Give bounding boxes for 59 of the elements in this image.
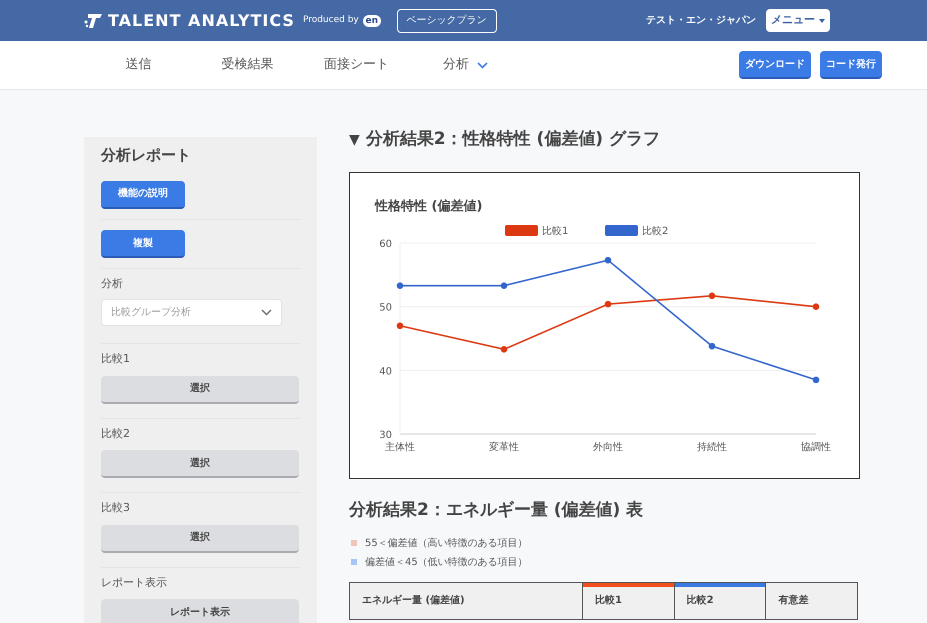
data-point — [708, 342, 716, 350]
legend-label: 比較2 — [642, 226, 668, 237]
nav-link[interactable]: 分析 — [411, 55, 520, 75]
user-name: テスト・エン・ジャパン — [646, 14, 756, 28]
data-point — [812, 303, 820, 310]
x-tick-label: 協調性 — [801, 442, 831, 453]
field-label: 比較2 — [101, 426, 131, 440]
field-label: 分析 — [101, 277, 124, 291]
section-heading: 分析結果2：エネルギー量 (偏差値) 表 — [349, 499, 644, 522]
section-heading: 分析結果2：性格特性 (偏差値) グラフ — [366, 128, 660, 152]
produced-by-text: Produced by — [302, 14, 359, 27]
data-point — [396, 322, 404, 330]
header-action-button[interactable]: ダウンロード — [739, 51, 811, 79]
data-point — [604, 256, 612, 264]
data-point — [396, 282, 404, 289]
table-header-cell-text: エネルギー量 (偏差値) — [361, 594, 466, 608]
data-point — [604, 300, 612, 308]
nav-link[interactable]: 面接シート — [302, 55, 411, 75]
brand-logo: en — [362, 14, 381, 26]
data-point — [812, 376, 820, 384]
table-header-cell: 比較1 — [582, 582, 674, 618]
legend-text: 偏差値＜45（低い特徴のある項目） — [365, 556, 528, 570]
caret-icon — [819, 18, 825, 22]
y-tick-label: 50 — [379, 302, 392, 314]
table-header-cell: 有意差 — [765, 582, 857, 618]
x-tick-label: 持続性 — [697, 442, 727, 453]
legend-label: 比較1 — [542, 226, 568, 237]
table-header-cell: 比較2 — [674, 582, 766, 618]
select-button[interactable]: 選択 — [101, 450, 299, 478]
y-tick-label: 60 — [379, 239, 392, 250]
y-tick-label: 40 — [379, 366, 392, 378]
chevron-down-icon — [477, 62, 488, 68]
data-point — [500, 282, 508, 289]
x-tick-label: 主体性 — [385, 442, 415, 453]
logo-icon — [84, 12, 104, 30]
nav-link[interactable]: 受検結果 — [193, 55, 302, 75]
x-tick-label: 変革性 — [489, 442, 519, 453]
action-button[interactable]: 複製 — [101, 230, 185, 258]
field-label: レポート表示 — [101, 576, 168, 590]
field-label: 比較3 — [101, 501, 131, 515]
field-label: 比較1 — [101, 352, 131, 366]
chart-title: 性格特性 (偏差値) — [375, 199, 482, 214]
plan-button[interactable]: ベーシックプラン — [396, 8, 497, 32]
select-button[interactable]: 選択 — [101, 524, 299, 552]
collapse-toggle[interactable]: ▼ — [349, 130, 360, 150]
data-point — [500, 346, 508, 353]
x-tick-label: 外向性 — [593, 442, 623, 453]
sidebar-title: 分析レポート — [101, 146, 192, 164]
chevron-down-icon — [261, 309, 272, 316]
nav-link[interactable]: 送信 — [84, 55, 193, 75]
legend-text: 55＜偏差値（高い特徴のある項目） — [365, 536, 528, 550]
select-button[interactable]: 選択 — [101, 376, 299, 404]
header-action-button[interactable]: コード発行 — [820, 51, 882, 79]
data-point — [708, 292, 716, 300]
logo-text: TALENT ANALYTICS — [108, 10, 295, 32]
action-button[interactable]: 機能の説明 — [101, 180, 185, 208]
select-button[interactable]: レポート表示 — [101, 599, 299, 623]
y-tick-label: 30 — [379, 430, 392, 441]
menu-button[interactable]: メニュー — [766, 9, 830, 32]
